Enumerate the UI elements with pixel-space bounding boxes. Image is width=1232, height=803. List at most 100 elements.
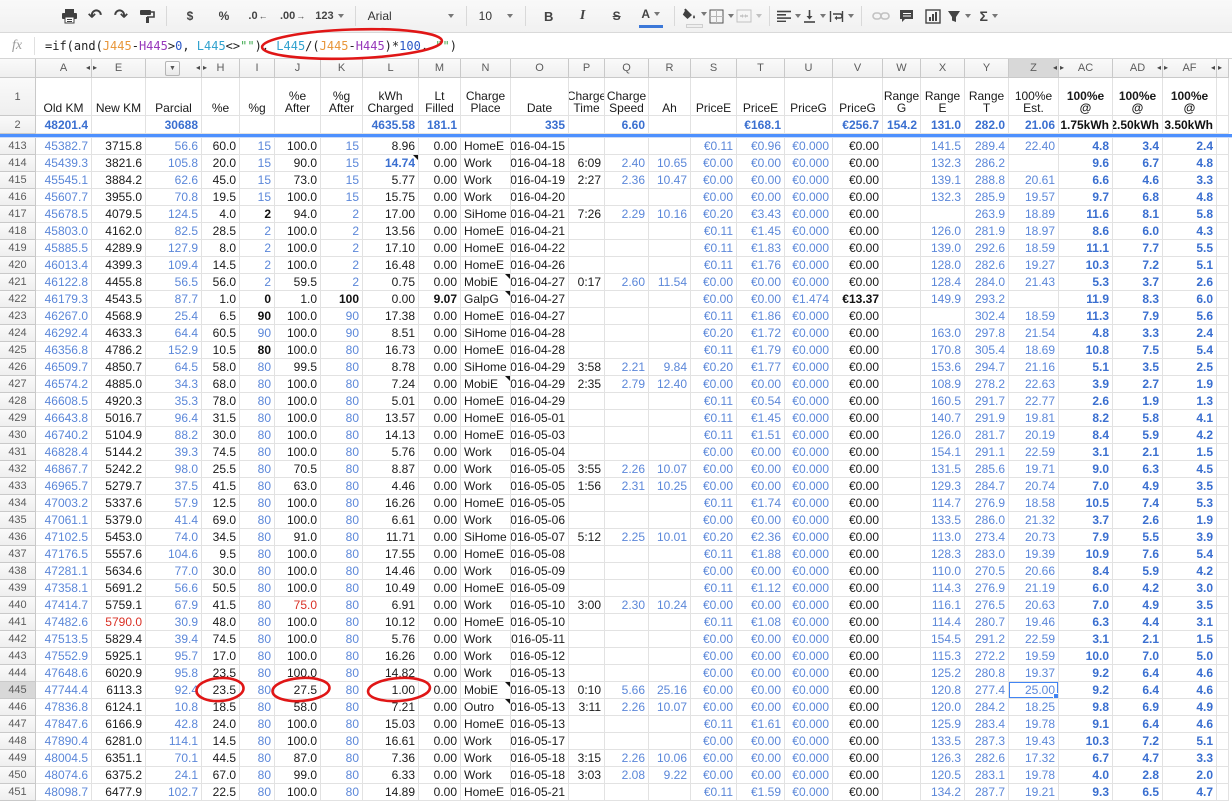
cell[interactable]: 2016-04-27 xyxy=(511,308,569,325)
cell[interactable]: 80 xyxy=(321,716,363,733)
cell[interactable]: 10.06 xyxy=(649,750,691,767)
cell[interactable]: €0.000 xyxy=(785,342,833,359)
cell[interactable]: 2016-05-05 xyxy=(511,461,569,478)
cell[interactable] xyxy=(883,291,921,308)
cell[interactable] xyxy=(569,546,605,563)
cell[interactable]: 128.3 xyxy=(921,546,965,563)
cell[interactable]: 100.0 xyxy=(275,325,321,342)
cell[interactable]: 21.54 xyxy=(1009,325,1059,342)
row-header[interactable]: 431 xyxy=(0,444,36,461)
cell[interactable]: €0.00 xyxy=(833,580,883,597)
cell[interactable]: 80 xyxy=(321,512,363,529)
cell[interactable]: €0.00 xyxy=(691,376,737,393)
cell[interactable]: 8.1 xyxy=(1113,206,1163,223)
cell[interactable]: 80 xyxy=(321,580,363,597)
header-cell[interactable]: 100%e @ xyxy=(1163,78,1217,116)
cell[interactable]: 10.07 xyxy=(649,699,691,716)
cell[interactable]: 272.2 xyxy=(965,648,1009,665)
cell[interactable]: 2016-05-12 xyxy=(511,648,569,665)
cell[interactable]: 80 xyxy=(240,495,275,512)
totals-cell[interactable]: 6.60 xyxy=(605,116,649,134)
cell[interactable] xyxy=(883,784,921,801)
cell[interactable]: €0.00 xyxy=(691,682,737,699)
cell[interactable]: €0.000 xyxy=(785,155,833,172)
cell[interactable] xyxy=(605,189,649,206)
cell[interactable]: 4.6 xyxy=(1163,665,1217,682)
cell[interactable]: €1.45 xyxy=(737,410,785,427)
column-header-END[interactable]: ▸ xyxy=(1217,59,1229,78)
cell[interactable] xyxy=(883,444,921,461)
cell[interactable]: 2 xyxy=(240,257,275,274)
cell[interactable]: 25.4 xyxy=(146,308,202,325)
header-cell[interactable]: Range T xyxy=(965,78,1009,116)
cell[interactable]: 31.5 xyxy=(202,410,240,427)
insert-comment-button[interactable] xyxy=(895,4,919,28)
cell[interactable]: 94.0 xyxy=(275,206,321,223)
cell[interactable]: 100.0 xyxy=(275,546,321,563)
cell[interactable]: 14.46 xyxy=(363,563,419,580)
cell[interactable]: €0.00 xyxy=(737,733,785,750)
cell[interactable]: 116.1 xyxy=(921,597,965,614)
header-cell[interactable]: kWh Charged xyxy=(363,78,419,116)
cell[interactable]: 2.79 xyxy=(605,376,649,393)
cell[interactable] xyxy=(1217,733,1229,750)
cell[interactable]: 80 xyxy=(321,461,363,478)
horizontal-align-button[interactable] xyxy=(777,4,801,28)
cell[interactable]: 0.00 xyxy=(419,750,461,767)
cell[interactable]: 293.2 xyxy=(965,291,1009,308)
cell[interactable]: 4162.0 xyxy=(92,223,146,240)
cell[interactable]: 7.7 xyxy=(1113,240,1163,257)
text-wrap-button[interactable] xyxy=(829,4,854,28)
cell[interactable]: Work xyxy=(461,155,511,172)
cell[interactable]: 46179.3 xyxy=(36,291,92,308)
cell[interactable]: 6.5 xyxy=(202,308,240,325)
cell[interactable]: 5.5 xyxy=(1163,240,1217,257)
select-all-corner[interactable] xyxy=(0,59,36,78)
cell[interactable]: 2:27 xyxy=(569,172,605,189)
cell[interactable]: 100.0 xyxy=(275,631,321,648)
cell[interactable]: 114.4 xyxy=(921,614,965,631)
row-header[interactable]: 427 xyxy=(0,376,36,393)
cell[interactable]: Work xyxy=(461,563,511,580)
cell[interactable]: 3:03 xyxy=(569,767,605,784)
cell[interactable]: 0.00 xyxy=(419,546,461,563)
cell[interactable]: 2.26 xyxy=(605,750,649,767)
cell[interactable]: 2.4 xyxy=(1163,138,1217,155)
cell[interactable]: 74.5 xyxy=(202,444,240,461)
cell[interactable]: 3.3 xyxy=(1163,172,1217,189)
cell[interactable]: 6.5 xyxy=(1113,784,1163,801)
cell[interactable] xyxy=(649,427,691,444)
cell[interactable]: 113.0 xyxy=(921,529,965,546)
cell[interactable]: 0.00 xyxy=(419,240,461,257)
cell[interactable] xyxy=(649,665,691,682)
cell[interactable]: MobiE xyxy=(461,682,511,699)
cell[interactable] xyxy=(649,716,691,733)
cell[interactable]: 7.36 xyxy=(363,750,419,767)
cell[interactable]: 2016-04-28 xyxy=(511,325,569,342)
totals-cell[interactable] xyxy=(321,116,363,134)
cell[interactable] xyxy=(649,631,691,648)
cell[interactable] xyxy=(605,733,649,750)
cell[interactable]: 126.0 xyxy=(921,427,965,444)
cell[interactable]: €0.000 xyxy=(785,529,833,546)
cell[interactable]: 19.43 xyxy=(1009,733,1059,750)
cell[interactable]: 5.8 xyxy=(1113,410,1163,427)
cell[interactable]: €0.000 xyxy=(785,257,833,274)
cell[interactable]: 15 xyxy=(240,172,275,189)
cell[interactable]: 80 xyxy=(321,427,363,444)
cell[interactable]: 9.6 xyxy=(1059,155,1113,172)
cell[interactable] xyxy=(569,631,605,648)
cell[interactable]: 2.08 xyxy=(605,767,649,784)
cell[interactable] xyxy=(883,274,921,291)
cell[interactable]: 5759.1 xyxy=(92,597,146,614)
cell[interactable]: €0.96 xyxy=(737,138,785,155)
cell[interactable]: 4568.9 xyxy=(92,308,146,325)
cell[interactable] xyxy=(605,291,649,308)
cell[interactable]: 20.66 xyxy=(1009,563,1059,580)
cell[interactable]: 75.0 xyxy=(275,597,321,614)
cell[interactable] xyxy=(569,563,605,580)
cell[interactable]: 16.26 xyxy=(363,495,419,512)
totals-cell[interactable] xyxy=(649,116,691,134)
cell[interactable]: 80 xyxy=(321,444,363,461)
cell[interactable]: 20.0 xyxy=(202,155,240,172)
